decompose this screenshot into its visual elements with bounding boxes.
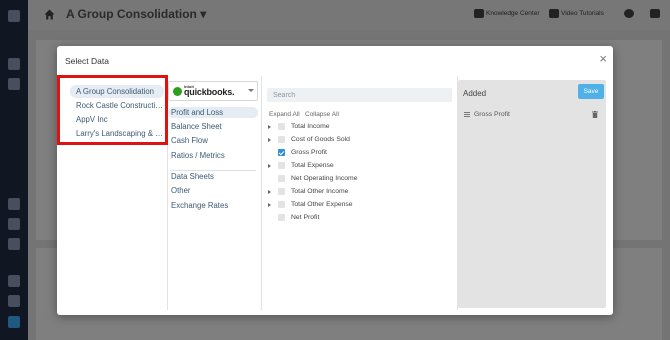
checkbox[interactable] (278, 123, 285, 130)
tree-row-total-expense: Total Expense (267, 161, 447, 171)
category-data-sheets[interactable]: Data Sheets (168, 171, 258, 182)
company-list: A Group Consolidation Rock Castle Constr… (62, 76, 168, 310)
tree-row-label: Net Profit (291, 214, 320, 221)
category-profit-and-loss[interactable]: Profit and Loss (168, 107, 258, 118)
chevron-right-icon[interactable] (268, 190, 271, 194)
chevron-right-icon[interactable] (268, 125, 271, 129)
tree-row-total-other-income: Total Other Income (267, 187, 447, 197)
checkbox[interactable] (278, 175, 285, 182)
checkbox[interactable] (278, 214, 285, 221)
category-other[interactable]: Other (168, 185, 258, 196)
metric-tree-panel: Expand All Collapse All Total Income Cos… (263, 76, 458, 310)
quickbooks-logo-icon (173, 87, 182, 96)
company-item-appv[interactable]: AppV Inc (70, 113, 164, 126)
collapse-all-link[interactable]: Collapse All (305, 111, 339, 118)
drag-handle-icon[interactable] (464, 112, 470, 117)
company-item-larrys-landscaping[interactable]: Larry's Landscaping & … (70, 127, 164, 140)
added-item[interactable]: Gross Profit (463, 110, 601, 120)
added-item-label: Gross Profit (474, 111, 510, 118)
category-list: intuit quickbooks. Profit and Loss Balan… (168, 76, 262, 310)
added-title: Added (463, 89, 487, 98)
category-balance-sheet[interactable]: Balance Sheet (168, 121, 258, 132)
select-data-modal: Select Data × A Group Consolidation Rock… (57, 46, 613, 315)
tree-row-net-profit: Net Profit (267, 213, 447, 223)
close-icon[interactable]: × (599, 52, 607, 65)
checkbox[interactable] (278, 201, 285, 208)
save-button[interactable]: Save (578, 84, 604, 99)
category-cash-flow[interactable]: Cash Flow (168, 135, 258, 146)
tree-row-label: Gross Profit (291, 149, 327, 156)
tree-row-label: Total Other Expense (291, 201, 353, 208)
checkbox[interactable] (278, 162, 285, 169)
tree-row-label: Total Income (291, 123, 330, 130)
trash-icon[interactable] (592, 111, 598, 118)
tree-row-total-income: Total Income (267, 122, 447, 132)
tree-row-label: Total Expense (291, 162, 334, 169)
expand-all-link[interactable]: Expand All (269, 111, 300, 118)
tree-row-gross-profit: Gross Profit (267, 148, 447, 158)
modal-title: Select Data (65, 56, 109, 66)
chevron-right-icon[interactable] (268, 203, 271, 207)
added-panel: Added Save Gross Profit (458, 80, 606, 308)
tree-row-label: Net Operating Income (291, 175, 358, 182)
category-exchange-rates[interactable]: Exchange Rates (168, 200, 258, 211)
tree-row-label: Cost of Goods Sold (291, 136, 350, 143)
tree-row-cost-of-goods-sold: Cost of Goods Sold (267, 135, 447, 145)
search-input[interactable] (267, 88, 452, 102)
tree-row-total-other-expense: Total Other Expense (267, 200, 447, 210)
category-ratios-metrics[interactable]: Ratios / Metrics (168, 150, 258, 161)
checkbox[interactable] (278, 188, 285, 195)
tree-row-net-operating-income: Net Operating Income (267, 174, 447, 184)
chevron-down-icon (248, 89, 254, 92)
checkbox[interactable] (278, 136, 285, 143)
chevron-right-icon[interactable] (268, 138, 271, 142)
company-item-a-group-consolidation[interactable]: A Group Consolidation (70, 85, 164, 98)
data-source-name: quickbooks. (184, 87, 235, 97)
data-source-select[interactable]: intuit quickbooks. (168, 81, 258, 101)
chevron-right-icon[interactable] (268, 164, 271, 168)
tree-row-label: Total Other Income (291, 188, 349, 195)
added-panel-column: Added Save Gross Profit (458, 76, 606, 310)
checkbox-checked[interactable] (278, 149, 285, 156)
company-item-rock-castle[interactable]: Rock Castle Constructi… (70, 99, 164, 112)
